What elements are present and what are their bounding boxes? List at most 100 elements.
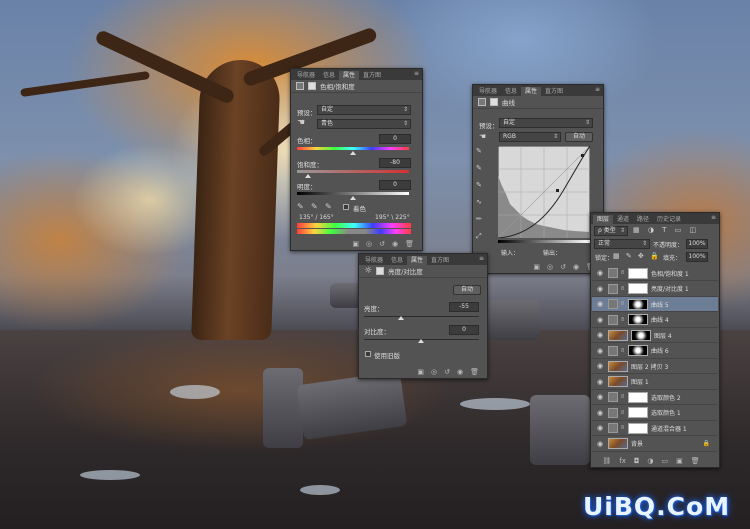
layer-row[interactable]: ◉ 8 亮度/对比度 1 <box>592 282 718 297</box>
group-icon[interactable]: ▭ <box>662 457 669 465</box>
hue-value[interactable]: 0 <box>379 134 411 144</box>
tab-history[interactable]: 历史记录 <box>653 215 685 224</box>
hue-slider[interactable] <box>297 147 409 150</box>
layer-mask-thumbnail[interactable] <box>628 407 648 418</box>
visibility-eye-icon[interactable]: ◉ <box>595 331 605 339</box>
colorize-checkbox[interactable] <box>343 204 349 210</box>
layer-row[interactable]: ◉ 8 色相/饱和度 1 <box>592 266 718 281</box>
curve-point-icon[interactable]: ∿ <box>476 198 482 206</box>
chain-link-icon[interactable]: 8 <box>621 394 625 400</box>
visibility-eye-icon[interactable]: ◉ <box>595 424 605 432</box>
tab-layers[interactable]: 图层 <box>593 215 614 224</box>
visibility-eye-icon[interactable]: ◉ <box>595 440 605 448</box>
filter-icons[interactable]: ▦ ◑ T ▭ ◫ <box>633 226 699 234</box>
tab-histogram[interactable]: 直方图 <box>359 71 385 80</box>
tab-info[interactable]: 信息 <box>501 87 521 96</box>
eyedropper-plus-icon[interactable]: ✎ <box>311 202 318 211</box>
eyedropper-white-icon[interactable]: ✎ <box>476 181 482 189</box>
layer-mask-thumbnail[interactable] <box>631 329 651 341</box>
tab-channels[interactable]: 通道 <box>613 215 633 224</box>
visibility-icon[interactable]: ◉ <box>573 263 579 271</box>
brightness-slider[interactable] <box>364 316 479 317</box>
opacity-value[interactable]: 100% <box>686 239 708 249</box>
layer-mask-thumbnail[interactable] <box>628 283 648 294</box>
visibility-icon[interactable]: ◉ <box>457 368 463 376</box>
panel-menu-icon[interactable]: ≡ <box>479 255 484 262</box>
fx-icon[interactable]: fx <box>619 457 626 465</box>
contrast-slider-thumb[interactable] <box>418 339 424 343</box>
chain-link-icon[interactable]: 8 <box>621 317 625 323</box>
add-mask-icon[interactable]: ◘ <box>634 457 640 465</box>
chain-link-icon[interactable]: 8 <box>621 301 625 307</box>
lightness-value[interactable]: 0 <box>379 180 411 190</box>
trash-icon[interactable]: 🗑 <box>691 457 700 465</box>
view-previous-icon[interactable]: ◎ <box>547 263 553 271</box>
layer-mask-thumbnail[interactable] <box>628 422 648 434</box>
trash-icon[interactable]: 🗑 <box>470 368 479 376</box>
tab-info[interactable]: 信息 <box>319 71 339 80</box>
chain-link-icon[interactable]: 8 <box>621 410 625 416</box>
filter-type-select[interactable]: ρ 类型 <box>594 226 628 236</box>
layer-row[interactable]: ◉ 8 曲线 4 <box>592 313 718 328</box>
brightness-value[interactable]: -55 <box>449 302 479 312</box>
clip-to-layer-icon[interactable]: ▣ <box>352 240 359 248</box>
tab-paths[interactable]: 路径 <box>633 215 653 224</box>
adjustment-layer-icon[interactable]: ◑ <box>647 457 653 465</box>
panel-menu-icon[interactable]: ≡ <box>595 86 600 93</box>
hue-slider-thumb[interactable] <box>350 151 356 155</box>
layer-row[interactable]: ◉ 图层 4 <box>592 328 718 343</box>
trash-icon[interactable]: 🗑 <box>405 240 414 248</box>
smooth-icon[interactable]: ⤢ <box>476 232 482 241</box>
channel-select[interactable]: 青色 <box>317 119 411 129</box>
layer-row[interactable]: ◉ 8 曲线 5 <box>592 297 718 312</box>
pencil-icon[interactable]: ✏ <box>476 215 482 223</box>
eyedropper-minus-icon[interactable]: ✎ <box>325 202 332 211</box>
auto-button[interactable]: 自动 <box>565 132 593 142</box>
eyedropper-icon[interactable]: ✎ <box>297 202 304 211</box>
layer-row[interactable]: ◉ 8 选取颜色 2 <box>592 390 718 405</box>
hand-tool-icon[interactable]: ☚ <box>479 132 486 141</box>
layer-mask-thumbnail[interactable] <box>628 267 648 279</box>
tab-properties[interactable]: 属性 <box>339 71 360 80</box>
layer-mask-thumbnail[interactable] <box>628 314 648 325</box>
tab-info[interactable]: 信息 <box>387 256 407 265</box>
visibility-eye-icon[interactable]: ◉ <box>595 316 605 324</box>
saturation-value[interactable]: -80 <box>379 158 411 168</box>
chain-link-icon[interactable]: 8 <box>621 270 625 276</box>
link-icon[interactable]: ⛓ <box>602 457 611 465</box>
visibility-eye-icon[interactable]: ◉ <box>595 362 605 370</box>
layer-mask-thumbnail[interactable] <box>628 391 648 403</box>
blend-mode-select[interactable]: 正常 <box>594 239 650 249</box>
reset-icon[interactable]: ↺ <box>379 240 385 248</box>
hand-tool-icon[interactable]: ☚ <box>297 118 305 128</box>
layer-mask-thumbnail[interactable] <box>628 298 648 310</box>
tab-histogram[interactable]: 直方图 <box>427 256 453 265</box>
visibility-eye-icon[interactable]: ◉ <box>595 300 605 308</box>
fill-value[interactable]: 100% <box>686 252 708 262</box>
visibility-eye-icon[interactable]: ◉ <box>595 378 605 386</box>
auto-button[interactable]: 自动 <box>453 285 481 295</box>
view-previous-icon[interactable]: ◎ <box>431 368 437 376</box>
layer-mask-thumbnail[interactable] <box>628 345 648 356</box>
visibility-eye-icon[interactable]: ◉ <box>595 285 605 293</box>
tab-histogram[interactable]: 直方图 <box>541 87 567 96</box>
view-previous-icon[interactable]: ◎ <box>366 240 372 248</box>
layer-row[interactable]: ◉ 8 选取颜色 1 <box>592 406 718 421</box>
visibility-eye-icon[interactable]: ◉ <box>595 269 605 277</box>
brightness-slider-thumb[interactable] <box>398 316 404 320</box>
saturation-slider[interactable] <box>297 170 409 173</box>
contrast-value[interactable]: 0 <box>449 325 479 335</box>
curves-graph[interactable] <box>498 146 590 238</box>
visibility-eye-icon[interactable]: ◉ <box>595 393 605 401</box>
mask-icon[interactable] <box>376 267 385 275</box>
tab-properties[interactable]: 属性 <box>521 87 542 96</box>
chain-link-icon[interactable]: 8 <box>621 348 625 354</box>
lightness-slider-thumb[interactable] <box>350 196 356 200</box>
clip-to-layer-icon[interactable]: ▣ <box>417 368 424 376</box>
layer-row[interactable]: ◉ 图层 1 <box>592 375 718 390</box>
clip-to-layer-icon[interactable]: ▣ <box>533 263 540 271</box>
chain-link-icon[interactable]: 8 <box>621 286 625 292</box>
panel-menu-icon[interactable]: ≡ <box>414 70 419 77</box>
panel-menu-icon[interactable]: ≡ <box>711 214 716 221</box>
legacy-checkbox[interactable] <box>365 351 371 357</box>
